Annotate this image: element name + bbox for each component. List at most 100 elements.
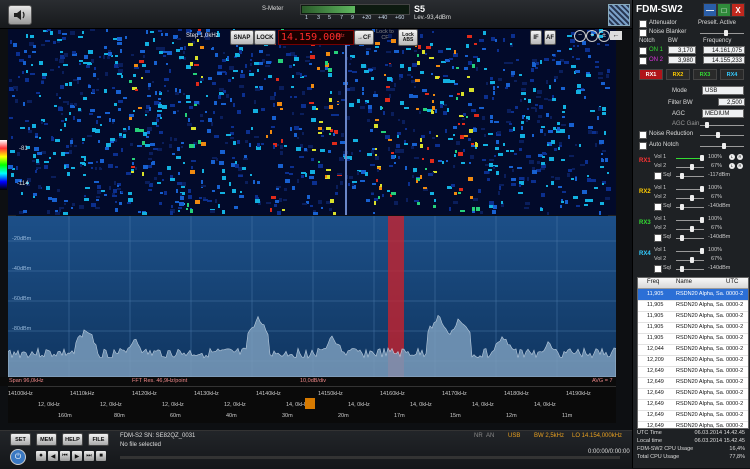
sql-slider-knob[interactable]	[680, 266, 684, 272]
preselector-slider[interactable]	[700, 33, 744, 34]
center-frequency-button[interactable]: → CF	[354, 30, 374, 45]
sql-checkbox[interactable]	[654, 265, 662, 273]
set-button[interactable]: SET	[10, 433, 31, 446]
notch-header: Notch	[639, 38, 655, 44]
filter-bw-field[interactable]: 2,500	[718, 98, 745, 106]
list-item[interactable]: 12,649 RSDN20 Alpha, Sa... 0000-2	[638, 421, 748, 428]
vol1-slider-knob[interactable]	[700, 155, 704, 161]
playback-progress[interactable]	[120, 456, 620, 459]
sql-slider-knob[interactable]	[680, 235, 684, 241]
vol2-slider-knob[interactable]	[690, 164, 694, 170]
vol2-slider-knob[interactable]	[690, 195, 694, 201]
utc-column-header[interactable]: UTC	[726, 279, 738, 285]
noise-reduction-slider-knob[interactable]	[716, 132, 720, 138]
name-column-header[interactable]: Name	[676, 279, 692, 285]
lock-button[interactable]: LOCK	[254, 30, 276, 45]
rx3-button[interactable]: RX3	[693, 69, 717, 80]
power-icon[interactable]: ⏻	[10, 449, 26, 465]
notch1-bw-field[interactable]: 3,170	[668, 46, 696, 54]
band-label: 17m	[394, 413, 405, 419]
nr-indicator[interactable]: NR	[474, 433, 483, 439]
preselector-slider-knob[interactable]	[724, 30, 728, 36]
rx2-button[interactable]: RX2	[666, 69, 690, 80]
left-channel-icon[interactable]: L	[729, 163, 735, 169]
notch1-frequency-field[interactable]: 14.161,075	[703, 46, 745, 54]
right-channel-icon[interactable]: R	[737, 154, 743, 160]
span-label: Span 96,0kHz	[9, 378, 44, 384]
attenuator-checkbox[interactable]	[639, 20, 647, 28]
freq-column-header[interactable]: Freq	[647, 279, 659, 285]
lo-indicator: LO 14.154,000kHz	[572, 433, 623, 439]
sql-slider-knob[interactable]	[680, 204, 684, 210]
close-icon[interactable]: X	[731, 3, 745, 17]
skip-forward-icon[interactable]: ⏭	[84, 451, 94, 461]
snap-button[interactable]: SNAP	[230, 30, 254, 45]
skip-back-icon[interactable]: ⏮	[60, 451, 70, 461]
sql-slider-knob[interactable]	[680, 173, 684, 179]
af-button[interactable]: AF	[544, 30, 556, 45]
file-button[interactable]: FILE	[88, 433, 109, 446]
auto-notch-slider-knob[interactable]	[722, 143, 726, 149]
vol2-slider-knob[interactable]	[690, 226, 694, 232]
list-cell-name: RSDN20 Alpha, Sa...	[676, 412, 724, 418]
if-button[interactable]: IF	[530, 30, 542, 45]
left-channel-icon[interactable]: L	[729, 154, 735, 160]
right-channel-icon[interactable]: R	[737, 163, 743, 169]
notch1-checkbox[interactable]	[639, 47, 647, 55]
noise-reduction-slider[interactable]	[700, 135, 744, 136]
sql-checkbox[interactable]	[654, 172, 662, 180]
maximize-icon[interactable]: □	[717, 3, 731, 17]
waterfall-display[interactable]	[8, 29, 616, 215]
smeter-scale-label: +20	[362, 15, 372, 21]
auto-notch-checkbox[interactable]	[639, 142, 647, 150]
play-icon[interactable]: ▶	[72, 451, 82, 461]
db-label: -60dBm	[12, 296, 32, 302]
lock-abs-button[interactable]: Lock ABS	[398, 29, 418, 46]
help-button[interactable]: HELP	[62, 433, 83, 446]
frequency-unit: kHz	[336, 33, 345, 39]
rx1-button[interactable]: RX1	[639, 69, 663, 80]
colorbar-low-label: -114	[17, 181, 29, 187]
rewind-icon[interactable]: ◀	[48, 451, 58, 461]
sql-checkbox[interactable]	[654, 203, 662, 211]
frequency-database-list[interactable]: Freq Name UTC 11,905 RSDN20 Alpha, Sa... 0…	[637, 277, 749, 429]
minimize-icon[interactable]: —	[703, 3, 717, 17]
smeter-scale: 1 3 5 7 9 +20 +40 +60	[300, 15, 412, 23]
agc-gain-slider-knob[interactable]	[705, 122, 709, 128]
smeter-scale-label: +60	[395, 15, 405, 21]
rx4-button[interactable]: RX4	[720, 69, 744, 80]
vol1-slider-knob[interactable]	[700, 186, 704, 192]
noise-reduction-checkbox[interactable]	[639, 131, 647, 139]
agc-select[interactable]: MEDIUM	[702, 109, 744, 118]
lock-to-cf-label[interactable]: Lock to CF	[376, 29, 394, 41]
zoom-fit-icon[interactable]: ±	[598, 30, 610, 42]
vol1-label: Vol 1	[654, 185, 667, 191]
spectrum-display[interactable]	[8, 216, 616, 377]
notch2-frequency-field[interactable]: 14.155,233	[703, 56, 745, 64]
zoom-in-icon[interactable]: +	[586, 30, 598, 42]
mem-button[interactable]: MEM	[36, 433, 57, 446]
an-indicator[interactable]: AN	[486, 433, 494, 439]
zoom-out-icon[interactable]: −	[574, 30, 586, 42]
speaker-icon[interactable]	[8, 5, 32, 25]
tuning-marker[interactable]	[305, 398, 315, 409]
list-cell-freq: 12,649	[647, 401, 664, 407]
noise-blanker-checkbox[interactable]	[639, 29, 647, 37]
mode-select[interactable]: USB	[702, 86, 744, 95]
notch1-label: ON 1	[649, 47, 664, 53]
stop-icon[interactable]: ■	[96, 451, 106, 461]
list-cell-utc: 0000-2	[726, 357, 744, 363]
list-cell-freq: 12,649	[647, 368, 664, 374]
vol1-slider-knob[interactable]	[700, 248, 704, 254]
back-arrow-icon[interactable]: ←	[610, 31, 622, 40]
record-panel-icon[interactable]	[608, 4, 630, 26]
file-status-label: No file selected	[120, 442, 162, 448]
vol1-slider-knob[interactable]	[700, 217, 704, 223]
notch2-checkbox[interactable]	[639, 57, 647, 65]
list-cell-freq: 12,209	[647, 357, 664, 363]
vol2-slider-knob[interactable]	[690, 257, 694, 263]
record-icon[interactable]: ⏺	[36, 451, 46, 461]
notch2-bw-field[interactable]: 3,980	[668, 56, 696, 64]
sql-checkbox[interactable]	[654, 234, 662, 242]
vol2-label: Vol 2	[654, 225, 667, 231]
